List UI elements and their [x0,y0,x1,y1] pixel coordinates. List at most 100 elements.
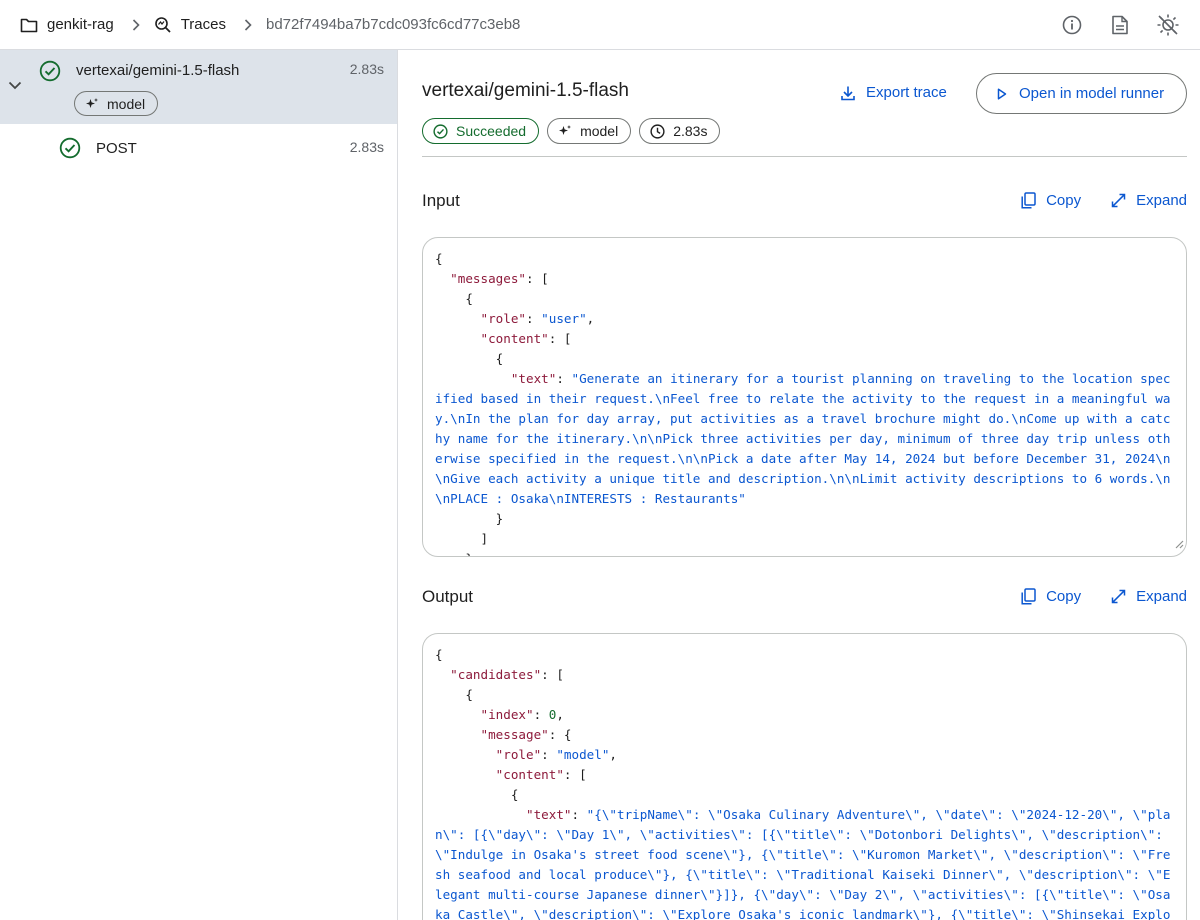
code-token: : { [548,727,572,742]
code-token: { [435,687,473,702]
input-json-viewer[interactable]: { "messages": [ { "role": "user", "conte… [422,237,1187,557]
code-token: } [435,511,504,526]
span-row-post[interactable]: POST 2.83s [0,124,397,172]
docs-icon [1112,15,1128,35]
copy-label: Copy [1046,192,1082,209]
code-token: , [609,747,618,762]
type-label: model [580,123,619,139]
expand-icon [1111,193,1126,208]
code-line: "index": 0, [435,705,1174,725]
resize-handle-icon[interactable] [1174,536,1184,554]
duration-badge: 2.83s [639,118,721,144]
code-token: "role" [495,747,542,762]
chevron-down-icon[interactable] [8,77,22,95]
span-title: vertexai/gemini-1.5-flash [422,80,629,101]
code-line: { [435,349,1174,369]
span-duration: 2.83s [349,139,384,155]
copy-icon [1021,588,1036,605]
code-token: , [586,311,595,326]
output-json-viewer[interactable]: { "candidates": [ { "index": 0, "message… [422,633,1187,920]
span-type-badge: model [74,91,159,116]
expand-label: Expand [1136,192,1187,209]
output-copy-button[interactable]: Copy [1021,588,1081,605]
badge-label: model [107,95,146,112]
code-line: { [435,289,1174,309]
export-trace-button[interactable]: Export trace [840,84,947,101]
code-token: : [ [548,331,572,346]
code-token: : [ [526,271,549,286]
code-token: "content" [480,331,549,346]
info-button[interactable] [1056,9,1088,41]
output-section-title: Output [422,587,474,606]
project-name: genkit-rag [47,16,114,33]
code-line: }, [435,549,1174,556]
sparkle-icon [559,125,572,135]
breadcrumb-traces[interactable]: Traces [154,16,226,34]
code-token: "text" [526,807,572,822]
span-chips: Succeeded model 2.83s [422,118,721,144]
code-token: "candidates" [450,667,542,682]
download-icon [841,86,855,100]
code-line: "messages": [ [435,269,1174,289]
code-line: } [435,509,1174,529]
code-line: { [435,249,1174,269]
theme-toggle-icon [1157,14,1179,36]
divider [422,156,1187,157]
output-json: { "candidates": [ { "index": 0, "message… [435,645,1174,920]
code-line: "content": [ [435,329,1174,349]
code-line: "message": { [435,725,1174,745]
span-name: POST [96,140,137,157]
input-json: { "messages": [ { "role": "user", "conte… [435,249,1174,556]
trace-search-icon [154,16,171,33]
traces-label: Traces [180,16,226,33]
output-expand-button[interactable]: Expand [1111,588,1187,605]
play-icon [997,87,1007,100]
code-token: "messages" [450,271,526,286]
code-token: "message" [480,727,549,742]
code-line: "role": "user", [435,309,1174,329]
code-token: { [435,291,473,306]
code-token: { [435,787,519,802]
input-section-title: Input [422,191,460,210]
code-token: , [556,707,564,722]
code-line: { [435,645,1174,665]
span-row-model[interactable]: vertexai/gemini-1.5-flash 2.83s model [0,50,397,124]
code-token: "content" [495,767,564,782]
code-line: { [435,785,1174,805]
code-line: ] [435,529,1174,549]
code-token: : [ [541,667,564,682]
breadcrumb-project[interactable]: genkit-rag [20,16,114,33]
input-expand-button[interactable]: Expand [1111,192,1187,209]
span-detail: vertexai/gemini-1.5-flash Export trace O… [422,50,1187,920]
code-line: { [435,685,1174,705]
chevron-right-icon [244,18,252,31]
code-token: ] [435,531,489,546]
input-actions: Copy Expand [991,192,1187,209]
code-token: "text" [510,371,557,386]
success-check-icon [433,123,448,139]
code-line: "role": "model", [435,745,1174,765]
input-copy-button[interactable]: Copy [1021,192,1081,209]
export-label: Export trace [866,84,947,101]
code-token: : [533,707,549,722]
code-token: }, [435,551,480,556]
clock-icon [650,123,665,139]
status-badge: Succeeded [422,118,540,144]
open-model-runner-button[interactable]: Open in model runner [976,73,1187,114]
expand-icon [1111,589,1126,604]
docs-button[interactable] [1104,9,1136,41]
info-icon [1062,15,1082,35]
code-line: "content": [ [435,765,1174,785]
theme-toggle-button[interactable] [1152,9,1184,41]
breadcrumb-trace-id: bd72f7494ba7b7cdc093fc6cd77c3eb8 [266,16,520,33]
sparkle-icon [86,97,98,108]
top-bar: genkit-rag Traces bd72f7494ba7b7cdc093fc… [0,0,1200,50]
code-line: "text": "Generate an itinerary for a tou… [435,369,1174,509]
span-name: vertexai/gemini-1.5-flash [76,62,240,79]
code-token: "index" [480,707,534,722]
